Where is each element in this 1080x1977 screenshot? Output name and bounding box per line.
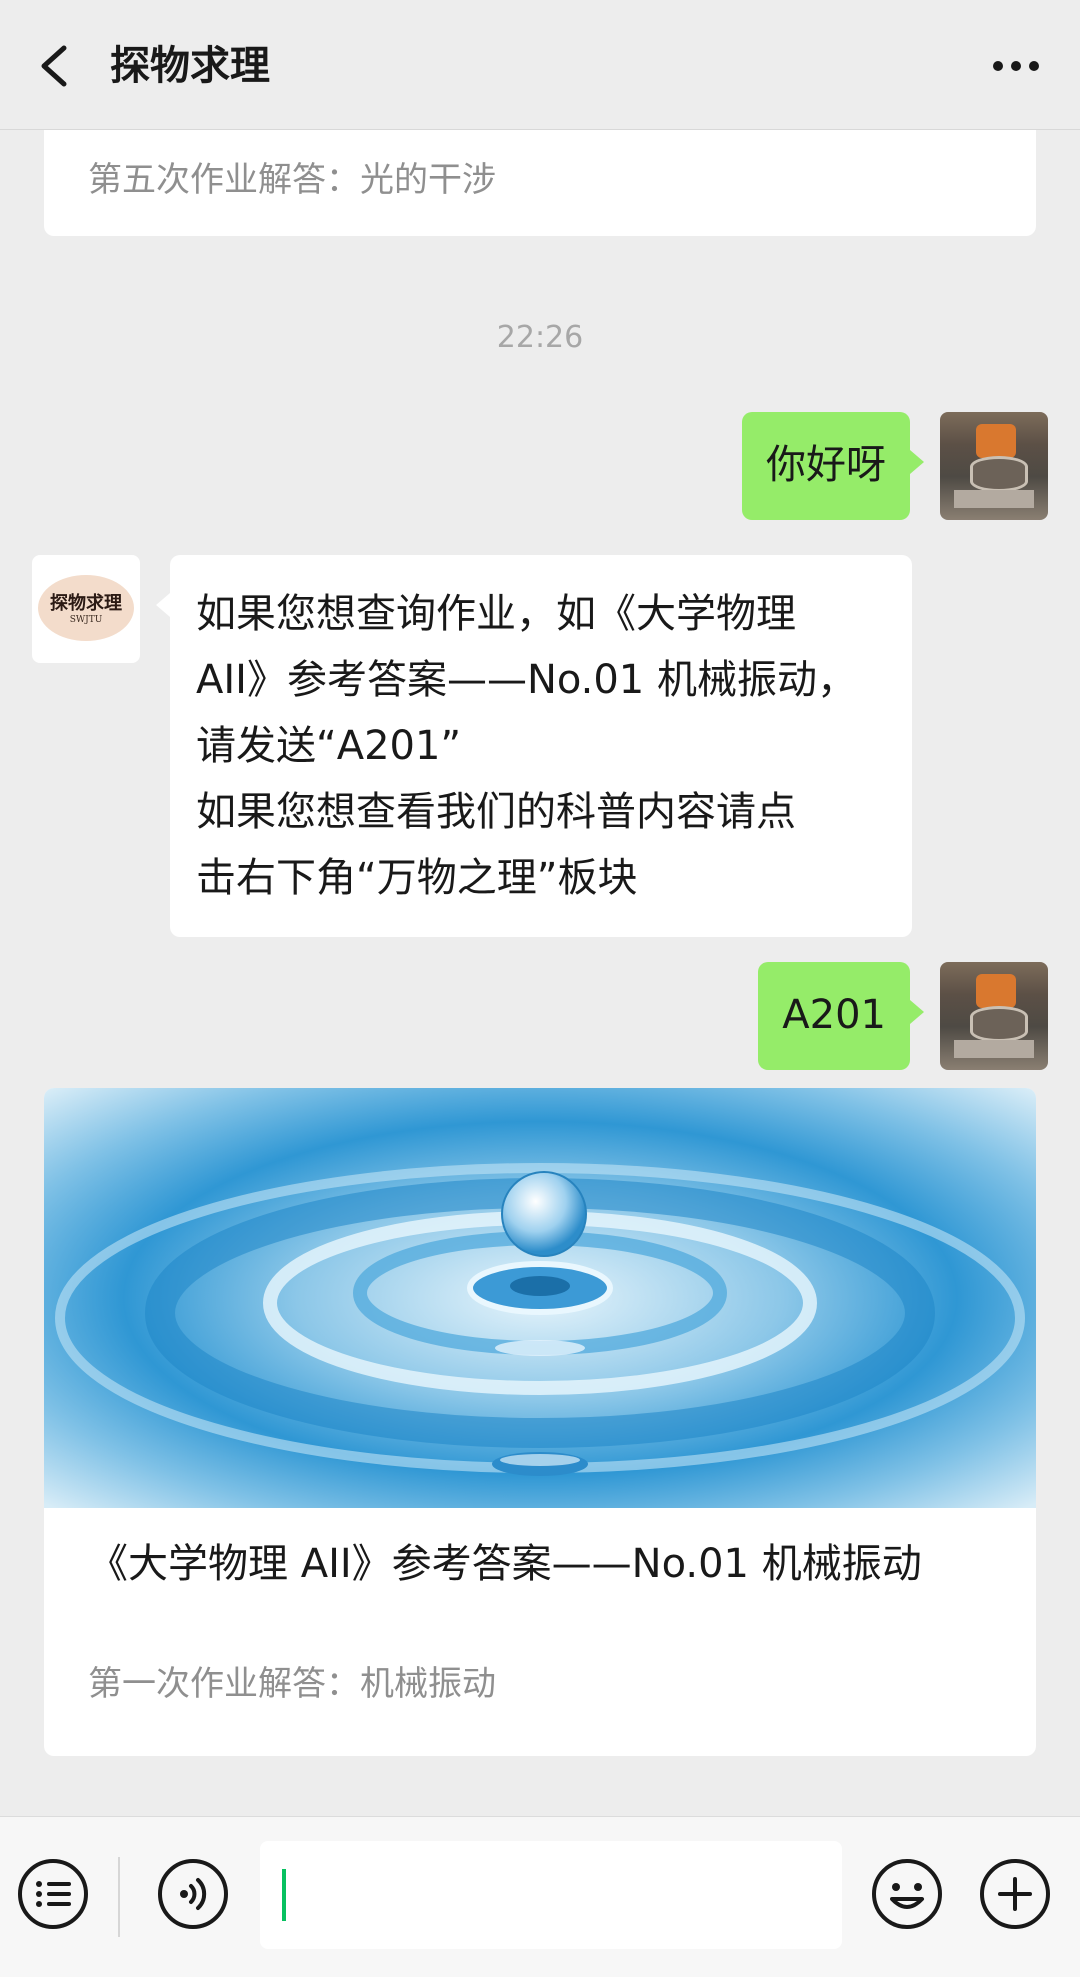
divider [118, 1857, 120, 1937]
message-input[interactable] [260, 1841, 842, 1949]
menu-icon [18, 1859, 88, 1929]
outgoing-message[interactable]: 你好呀 [742, 412, 924, 520]
article-cover-image [44, 1088, 1036, 1508]
incoming-message[interactable]: 如果您想查询作业，如《大学物理 AII》参考答案——No.01 机械振动， 请发… [156, 555, 912, 937]
bot-logo-subtext: SWJTU [69, 615, 103, 625]
text-cursor [282, 1869, 286, 1921]
more-icon [993, 61, 1039, 71]
previous-article-card[interactable]: 第五次作业解答：光的干涉 [44, 130, 1036, 236]
bot-logo-text: 探物求理 [50, 593, 122, 614]
emoji-icon [872, 1859, 942, 1929]
voice-icon [158, 1859, 228, 1929]
message-line: 如果您想查询作业，如《大学物理 [196, 591, 796, 637]
message-line: 如果您想查看我们的科普内容请点 [196, 789, 796, 835]
menu-button[interactable] [16, 1857, 90, 1931]
message-line: 击右下角“万物之理”板块 [196, 855, 638, 901]
message-line: AII》参考答案——No.01 机械振动， [196, 657, 857, 703]
back-icon [41, 45, 67, 87]
previous-article-summary: 第五次作业解答：光的干涉 [88, 160, 496, 200]
article-title: 《大学物理 AII》参考答案——No.01 机械振动 [88, 1541, 922, 1587]
emoji-button[interactable] [870, 1857, 944, 1931]
chat-header: 探物求理 [0, 0, 1080, 130]
outgoing-message[interactable]: A201 [758, 962, 924, 1070]
message-line: 请发送“A201” [196, 723, 462, 769]
bot-logo: 探物求理 SWJTU [38, 575, 134, 641]
chat-title: 探物求理 [110, 43, 270, 89]
user-avatar[interactable] [940, 412, 1048, 520]
input-bar [0, 1816, 1080, 1977]
plus-icon [980, 1859, 1050, 1929]
user-avatar[interactable] [940, 962, 1048, 1070]
article-card[interactable]: 《大学物理 AII》参考答案——No.01 机械振动 第一次作业解答：机械振动 [44, 1088, 1036, 1756]
more-button[interactable] [986, 44, 1046, 88]
voice-button[interactable] [156, 1857, 230, 1931]
bot-avatar[interactable]: 探物求理 SWJTU [32, 555, 140, 663]
plus-button[interactable] [978, 1857, 1052, 1931]
message-timestamp: 22:26 [496, 320, 584, 355]
back-button[interactable] [30, 38, 80, 94]
article-summary: 第一次作业解答：机械振动 [88, 1664, 496, 1704]
